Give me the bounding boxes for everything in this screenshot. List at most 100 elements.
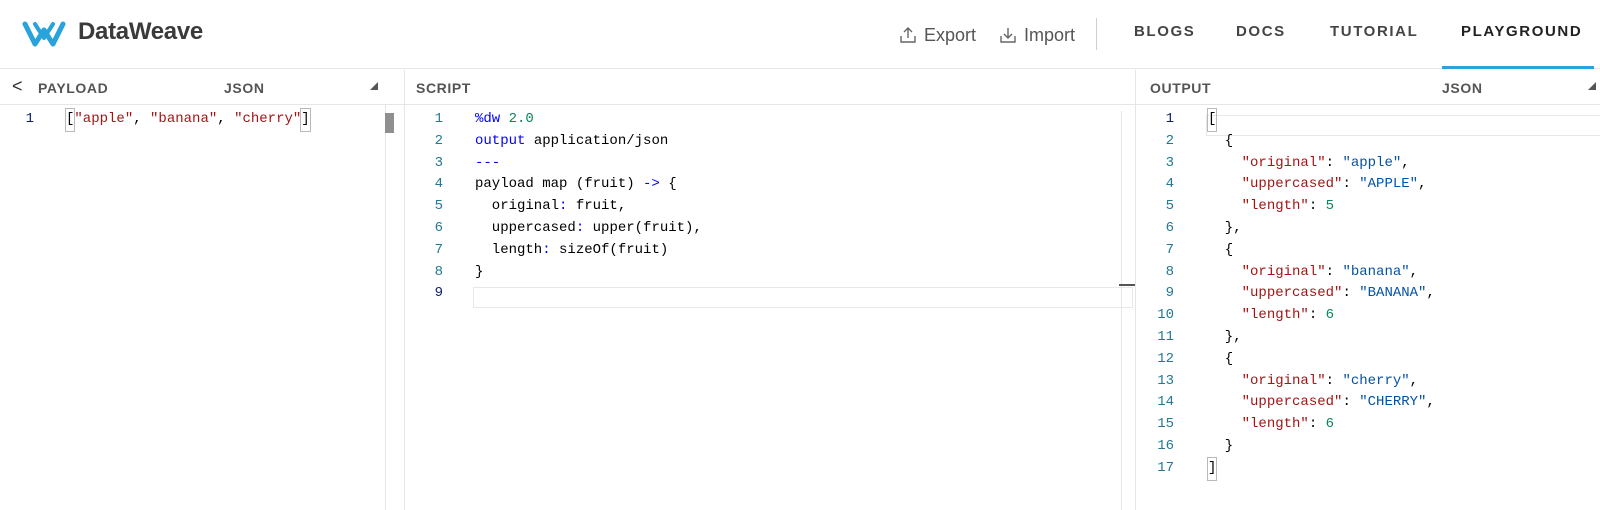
output-token [1208,155,1242,171]
import-button[interactable]: Import [998,22,1075,48]
output-line-number: 6 [1165,220,1174,236]
script-token: 2.0 [508,111,534,127]
output-token: }, [1208,329,1242,345]
output-line-number: 1 [1165,111,1174,127]
output-token: 5 [1325,198,1335,215]
script-token: -> [643,176,660,193]
output-code-line: { [1208,131,1233,153]
output-token: , [1401,154,1410,171]
output-code-line: "uppercased": "APPLE", [1208,174,1427,196]
output-code-line: }, [1208,327,1242,349]
script-token [500,111,508,127]
script-token: application/json [525,132,669,149]
output-token [1208,176,1242,192]
output-current-line [1206,115,1600,136]
output-token: "APPLE" [1359,176,1419,193]
output-title: OUTPUT [1150,80,1212,96]
script-token: uppercased [475,220,576,236]
script-line-number: 7 [434,241,443,258]
script-code-line[interactable]: --- [475,153,500,175]
output-code-line: [ [1206,108,1218,132]
output-format-select[interactable]: JSON [1442,80,1483,96]
output-token: "length" [1241,198,1309,215]
output-line-number: 10 [1157,307,1174,324]
output-code-line: ] [1206,456,1218,481]
output-token [1208,198,1242,214]
output-line-number: 3 [1165,154,1174,171]
script-token: { [659,176,677,193]
output-token: "original" [1241,263,1326,280]
output-token [1208,264,1242,280]
payload-line-number: 1 [25,111,34,127]
output-code-line: "original": "banana", [1208,262,1418,284]
payload-code-line[interactable]: ["apple", "banana", "cherry"] [64,108,311,132]
output-token: "cherry" [1342,372,1410,389]
output-line-number: 4 [1165,176,1174,193]
output-token: "uppercased" [1241,394,1343,411]
output-token: : [1342,176,1360,193]
output-token [1208,394,1242,410]
output-token: "uppercased" [1241,176,1343,193]
output-token: "original" [1241,372,1326,389]
script-line-number: 8 [434,263,443,280]
script-code-line[interactable]: output application/json [475,131,668,153]
output-code-line: "uppercased": "BANANA", [1208,283,1435,305]
output-line-number: 2 [1165,132,1174,149]
payload-format-dropdown-icon[interactable] [370,82,378,90]
output-line-number: 11 [1157,329,1174,345]
output-code-line: "original": "cherry", [1208,371,1418,393]
nav-tutorial[interactable]: TUTORIAL [1330,23,1418,40]
script-token: length [475,241,543,258]
output-code-line: "length": 6 [1208,414,1334,436]
script-code-line[interactable]: payload map (fruit) -> { [475,174,677,196]
script-token: payload map (fruit) [475,176,644,193]
pane-divider-right[interactable] [1135,70,1136,510]
script-line-number: 4 [434,176,443,193]
script-scrollbar-thumb[interactable] [1119,284,1135,286]
output-token: , [1409,372,1419,389]
payload-scrollbar[interactable] [385,105,404,510]
output-token: "banana" [1342,263,1410,280]
output-token: "BANANA" [1359,285,1427,302]
export-button[interactable]: Export [898,22,976,48]
output-line-number: 12 [1157,350,1174,367]
payload-token: "cherry" [234,111,302,127]
nav-docs[interactable]: DOCS [1236,23,1286,40]
dataweave-logo-icon[interactable] [22,16,66,52]
script-scrollbar[interactable] [1121,111,1135,510]
output-token: : [1308,198,1326,215]
script-code-line[interactable]: } [475,262,483,284]
payload-token: ] [300,108,311,132]
output-pane-header: OUTPUT JSON [1136,70,1600,105]
output-token: } [1208,438,1234,454]
collapse-payload-icon[interactable]: < [12,76,23,97]
pane-divider-left[interactable] [404,70,405,510]
output-line-number: 16 [1157,438,1174,454]
header-divider [1096,18,1097,50]
script-current-line [473,287,1133,308]
nav-playground[interactable]: PLAYGROUND [1461,23,1582,40]
script-code-line[interactable]: uppercased: upper(fruit), [475,218,702,240]
output-token: : [1342,285,1360,302]
payload-scrollbar-thumb[interactable] [385,113,394,133]
script-token: --- [475,154,501,171]
output-token [1208,373,1242,389]
output-format-dropdown-icon[interactable] [1588,82,1596,90]
output-code-line: }, [1208,218,1242,240]
output-token: : [1325,154,1343,171]
output-token: "length" [1241,416,1309,433]
payload-title: PAYLOAD [38,80,109,96]
script-code-line[interactable]: length: sizeOf(fruit) [475,240,668,262]
payload-token: "apple" [74,111,134,127]
output-token: , [1409,263,1419,280]
output-token: { [1208,132,1234,149]
script-token: original [475,198,560,215]
output-token: "CHERRY" [1359,394,1427,411]
script-code-line[interactable]: original: fruit, [475,196,626,218]
script-line-number: 2 [434,132,443,149]
script-code-line[interactable]: %dw 2.0 [475,109,534,131]
nav-blogs[interactable]: BLOGS [1134,23,1195,40]
output-line-number: 7 [1165,241,1174,258]
payload-format-select[interactable]: JSON [224,80,265,96]
brand-name[interactable]: DataWeave [78,18,203,46]
